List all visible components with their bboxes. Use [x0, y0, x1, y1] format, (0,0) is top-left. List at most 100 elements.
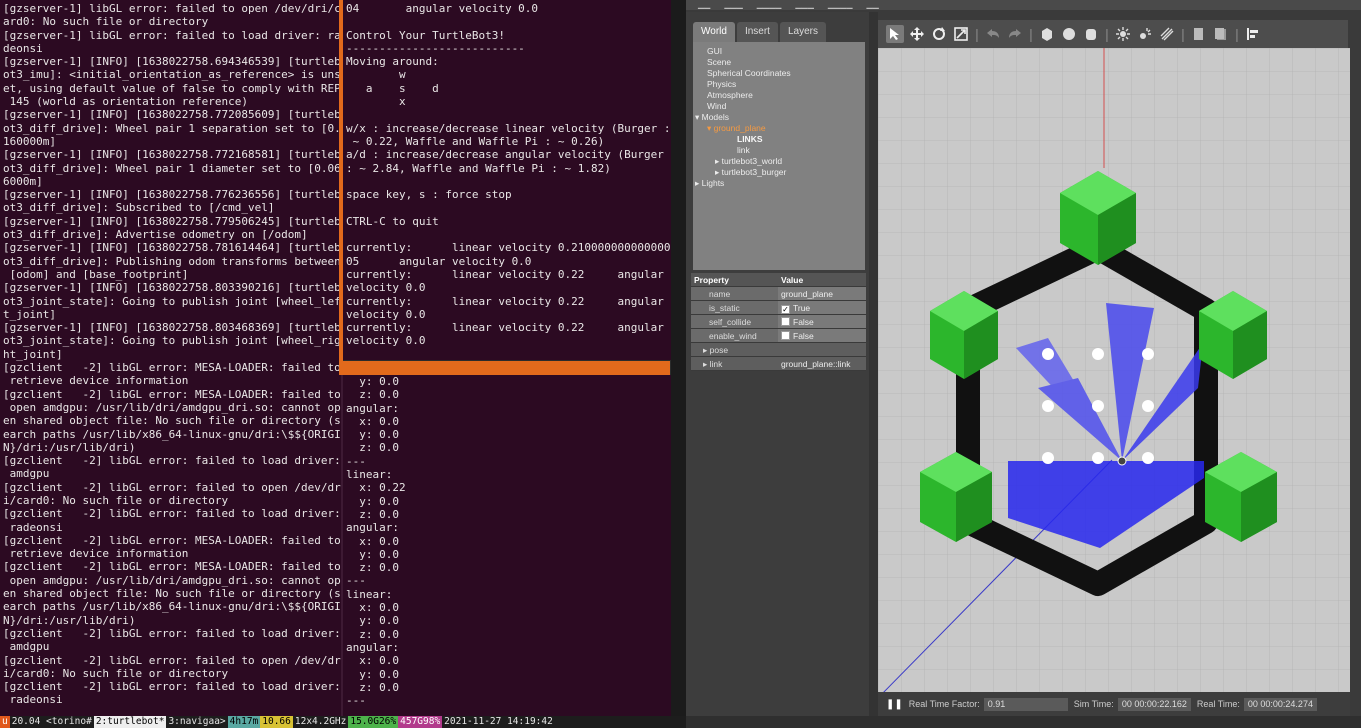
select-arrow-icon[interactable]	[886, 25, 904, 43]
tmux-status-bar: u 20.04 <torino# 2:turtlebot* 3:navigaa>…	[0, 716, 686, 728]
undo-icon[interactable]	[984, 25, 1002, 43]
expand-arrow-icon: ▸	[703, 359, 710, 369]
menu-edit[interactable]: ▁▁▁	[724, 0, 742, 9]
property-row-pose[interactable]: ▸ pose	[691, 343, 866, 357]
terminal-line: y: 0.0	[346, 547, 399, 561]
terminal-pane-bottom-right[interactable]: y: 0.0 z: 0.0 angular: x: 0.0 y: 0.0 z: 0…	[343, 375, 671, 716]
paste-icon[interactable]	[1212, 25, 1230, 43]
real-time-factor-label: Real Time Factor:	[908, 699, 980, 709]
tree-item[interactable]: ▸ turtlebot3_burger	[693, 167, 865, 178]
terminal-line: ot3_diff_drive]: Publishing odom transfo…	[3, 254, 341, 268]
tab-world[interactable]: World	[693, 22, 735, 42]
terminal-pane-top-right[interactable]: 04 angular velocity 0.0 Control Your Turt…	[343, 0, 671, 360]
terminal-line: z: 0.0	[346, 627, 399, 641]
terminal-line: space key, s : force stop	[346, 188, 512, 202]
tmux-window[interactable]: 3:navigaa>	[166, 716, 227, 728]
gazebo-right-panel[interactable]	[1350, 12, 1361, 716]
tree-item[interactable]: ▸ turtlebot3_world	[693, 156, 865, 167]
terminal-line: radeonsi	[3, 693, 63, 707]
terminal-line: ot3_imu]: <initial_orientation_as_refere…	[3, 68, 341, 82]
terminal-line: 160000m]	[3, 134, 56, 148]
tmux-window-active[interactable]: 2:turtlebot*	[93, 716, 167, 728]
terminal-line: ot3_diff_drive]: Subscribed to [/cmd_vel…	[3, 201, 275, 215]
terminal-line: N}/dri:/usr/lib/dri)	[3, 440, 136, 454]
sphere-icon[interactable]	[1060, 25, 1078, 43]
point-light-icon[interactable]	[1136, 25, 1154, 43]
property-value: ground_plane::link	[778, 357, 866, 370]
redo-icon[interactable]	[1006, 25, 1024, 43]
sun-light-icon[interactable]	[1114, 25, 1132, 43]
terminal-line: currently: linear velocity 0.22 angular	[346, 267, 664, 281]
translate-icon[interactable]	[908, 25, 926, 43]
menu-file[interactable]: ▁▁	[698, 0, 710, 9]
tree-item[interactable]: Scene	[693, 57, 865, 68]
menu-window[interactable]: ▁▁▁▁	[828, 0, 853, 9]
box-icon[interactable]	[1038, 25, 1056, 43]
menu-help[interactable]: ▁▁	[866, 0, 878, 9]
terminal-line: z: 0.0	[346, 507, 399, 521]
terminal-line: en shared object file: No such file or d…	[3, 414, 341, 428]
pause-icon[interactable]: ❚❚	[886, 699, 903, 710]
rotate-icon[interactable]	[930, 25, 948, 43]
tree-item[interactable]: ▾ Models	[693, 112, 865, 123]
property-row-name[interactable]: name ground_plane	[691, 287, 866, 301]
terminal-line: earch paths /usr/lib/x86_64-linux-gnu/dr…	[3, 427, 341, 441]
tree-item[interactable]: Wind	[693, 101, 865, 112]
toolbar-separator: |	[1105, 26, 1109, 42]
pane-divider-horizontal[interactable]	[339, 361, 670, 375]
terminal-line: amdgpu	[3, 640, 50, 654]
tab-layers[interactable]: Layers	[779, 22, 826, 42]
terminal-line: w	[346, 68, 406, 82]
gazebo-toolbar: | | | | |	[878, 20, 1348, 48]
tree-item[interactable]: GUI	[693, 46, 865, 57]
property-row-link[interactable]: ▸ link ground_plane::link	[691, 357, 866, 371]
terminal-line: currently: linear velocity 0.21000000000…	[346, 241, 671, 255]
align-icon[interactable]	[1244, 25, 1262, 43]
property-row-self-collide[interactable]: self_collide False	[691, 315, 866, 329]
tmux-uptime: 4h17m	[227, 716, 261, 728]
terminal-pane-left[interactable]: [gzserver-1] libGL error: failed to open…	[0, 0, 341, 716]
expand-arrow-icon: ▸	[703, 345, 710, 355]
pane-divider-vertical[interactable]	[339, 0, 343, 375]
cylinder-icon[interactable]	[1082, 25, 1100, 43]
terminal-line: [gzserver-1] [INFO] [1638022758.80339021…	[3, 281, 341, 295]
checkbox-icon[interactable]	[781, 317, 790, 326]
terminal-line: [gzclient -2] libGL error: MESA-LOADER: …	[3, 361, 341, 375]
tree-item[interactable]: ▸ Lights	[693, 178, 865, 189]
3d-viewport[interactable]	[878, 48, 1350, 692]
checkbox-icon[interactable]	[781, 331, 790, 340]
terminal-line: z: 0.0	[346, 441, 399, 455]
menu-view[interactable]: ▁▁▁	[795, 0, 813, 9]
tree-item[interactable]: Spherical Coordinates	[693, 68, 865, 79]
terminal-line: i/card0: No such file or directory	[3, 666, 229, 680]
terminal-line: ---------------------------	[346, 41, 525, 55]
copy-icon[interactable]	[1190, 25, 1208, 43]
property-row-is-static[interactable]: is_static ✓ True	[691, 301, 866, 315]
tab-insert[interactable]: Insert	[736, 22, 778, 42]
terminal-line: [gzserver-1] [INFO] [1638022758.77950624…	[3, 214, 341, 228]
real-time-value: 00 00:00:24.274	[1243, 697, 1317, 711]
panel-tabs: World Insert Layers	[693, 22, 828, 42]
terminal-line: 05 angular velocity 0.0	[346, 254, 532, 268]
panel-splitter[interactable]	[869, 12, 878, 716]
tree-item[interactable]: link	[693, 145, 865, 156]
terminal-line: angular:	[346, 401, 399, 415]
tree-item[interactable]: ▾ ground_plane	[693, 123, 865, 134]
tree-item[interactable]: LINKS	[693, 134, 865, 145]
terminal-line: [gzclient -2] libGL error: failed to ope…	[3, 653, 341, 667]
terminal-line: velocity 0.0	[346, 334, 426, 348]
terminal-line: ~ 0.22, Waffle and Waffle Pi : ~ 0.26)	[346, 134, 605, 148]
tree-item[interactable]: Physics	[693, 79, 865, 90]
property-row-enable-wind[interactable]: enable_wind False	[691, 329, 866, 343]
terminal-line: linear:	[346, 468, 393, 482]
checkbox-checked-icon[interactable]: ✓	[781, 305, 790, 314]
menu-camera[interactable]: ▁▁▁▁	[757, 0, 782, 9]
tree-item[interactable]: Atmosphere	[693, 90, 865, 101]
terminal-line: x: 0.22	[346, 481, 406, 495]
property-key: enable_wind	[691, 329, 778, 342]
scale-icon[interactable]	[952, 25, 970, 43]
spot-light-icon[interactable]	[1158, 25, 1176, 43]
